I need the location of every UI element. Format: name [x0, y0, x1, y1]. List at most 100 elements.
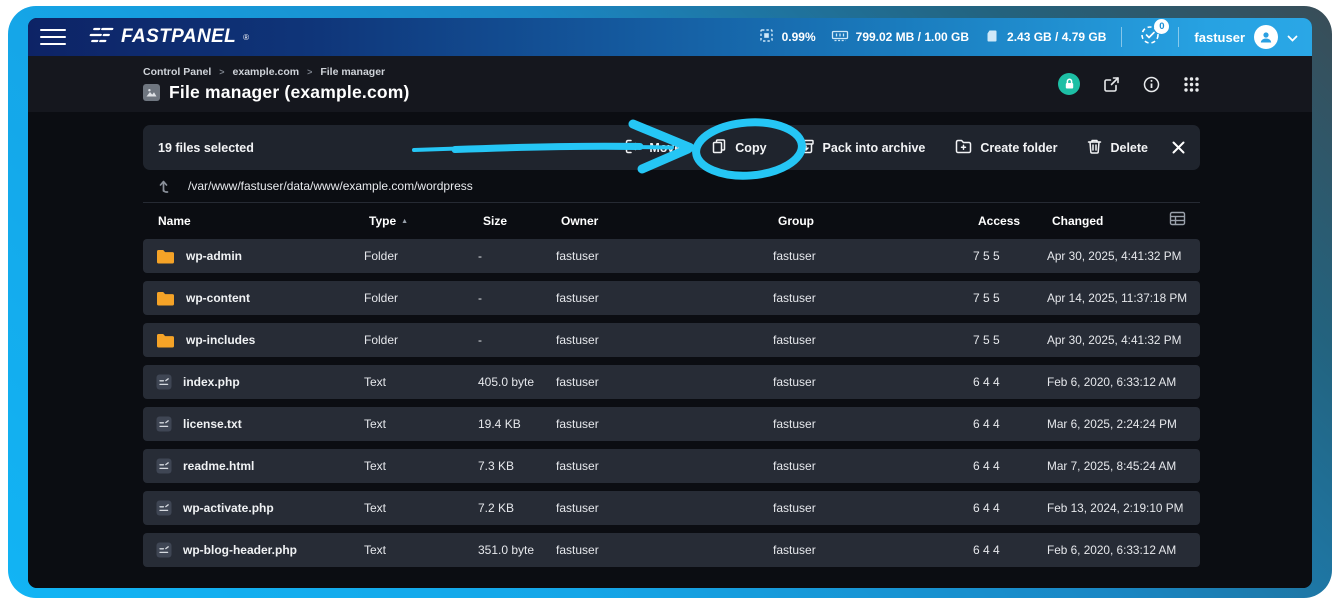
create-folder-label: Create folder: [980, 141, 1057, 155]
file-changed: Mar 6, 2025, 2:24:24 PM: [1047, 417, 1190, 431]
breadcrumb-file-manager[interactable]: File manager: [320, 66, 385, 78]
file-access: 7 5 5: [973, 291, 1047, 305]
cpu-icon: [758, 27, 775, 47]
fastpanel-logo-icon: [88, 26, 114, 49]
file-name: wp-admin: [186, 249, 242, 263]
table-row[interactable]: wp-admin Folder - fastuser fastuser 7 5 …: [143, 239, 1200, 273]
breadcrumb-control-panel[interactable]: Control Panel: [143, 66, 211, 78]
column-header-type[interactable]: Type▲: [369, 214, 483, 228]
file-group: fastuser: [773, 249, 973, 263]
go-up-directory-button[interactable]: [158, 178, 174, 194]
user-menu[interactable]: fastuser: [1194, 25, 1298, 49]
file-owner: fastuser: [556, 459, 773, 473]
file-size: 19.4 KB: [478, 417, 556, 431]
file-name: license.txt: [183, 417, 242, 431]
brand-logo[interactable]: FASTPANEL ®: [88, 26, 249, 49]
tasks-button[interactable]: 0: [1137, 24, 1163, 50]
file-icon: [156, 374, 172, 390]
table-header: Name Type▲ Size Owner Group Access Chang…: [143, 203, 1200, 239]
hamburger-menu-icon[interactable]: [40, 29, 66, 46]
file-name: wp-activate.php: [183, 501, 274, 515]
disk-icon: [984, 28, 1000, 47]
column-header-name[interactable]: Name: [158, 214, 369, 228]
copy-button[interactable]: Copy: [711, 138, 766, 158]
file-type: Text: [364, 543, 478, 557]
pack-into-archive-button[interactable]: Pack into archive: [797, 138, 926, 158]
create-folder-button[interactable]: Create folder: [955, 139, 1057, 157]
file-access: 6 4 4: [973, 417, 1047, 431]
file-icon: [156, 542, 172, 558]
file-access: 7 5 5: [973, 333, 1047, 347]
file-changed: Feb 6, 2020, 6:33:12 AM: [1047, 375, 1190, 389]
file-type: Folder: [364, 291, 478, 305]
move-icon: [624, 138, 641, 158]
table-row[interactable]: wp-content Folder - fastuser fastuser 7 …: [143, 281, 1200, 315]
disk-value: 2.43 GB / 4.79 GB: [1007, 30, 1106, 44]
close-selection-button[interactable]: [1172, 141, 1185, 154]
column-header-group[interactable]: Group: [778, 214, 978, 228]
file-access: 6 4 4: [973, 459, 1047, 473]
file-type: Text: [364, 417, 478, 431]
file-type: Folder: [364, 333, 478, 347]
breadcrumb-separator: >: [219, 67, 224, 77]
apps-grid-icon[interactable]: [1183, 76, 1200, 93]
ram-stat[interactable]: 799.02 MB / 1.00 GB: [831, 28, 969, 46]
pack-into-archive-label: Pack into archive: [823, 141, 926, 155]
tasks-badge: 0: [1154, 19, 1169, 34]
column-header-access[interactable]: Access: [978, 214, 1052, 228]
external-link-icon[interactable]: [1103, 76, 1120, 93]
file-access: 7 5 5: [973, 249, 1047, 263]
file-access: 6 4 4: [973, 543, 1047, 557]
registered-mark: ®: [243, 33, 249, 42]
info-icon[interactable]: [1143, 76, 1160, 93]
disk-stat[interactable]: 2.43 GB / 4.79 GB: [984, 28, 1106, 47]
file-owner: fastuser: [556, 249, 773, 263]
delete-label: Delete: [1110, 141, 1148, 155]
topbar-divider: [1178, 27, 1179, 47]
brand-name: FASTPANEL: [121, 26, 236, 48]
app-window: FASTPANEL ® 0.99%: [28, 18, 1312, 588]
move-label: Move: [649, 141, 681, 155]
archive-icon: [797, 138, 815, 158]
file-size: -: [478, 291, 556, 305]
breadcrumb-separator: >: [307, 67, 312, 77]
ram-value: 799.02 MB / 1.00 GB: [856, 30, 969, 44]
folder-plus-icon: [955, 139, 972, 157]
file-owner: fastuser: [556, 291, 773, 305]
file-icon: [156, 458, 172, 474]
breadcrumb: Control Panel > example.com > File manag…: [143, 66, 410, 78]
table-row[interactable]: license.txt Text 19.4 KB fastuser fastus…: [143, 407, 1200, 441]
table-row[interactable]: wp-blog-header.php Text 351.0 byte fastu…: [143, 533, 1200, 567]
file-owner: fastuser: [556, 417, 773, 431]
avatar: [1254, 25, 1278, 49]
file-type: Text: [364, 501, 478, 515]
breadcrumb-site[interactable]: example.com: [233, 66, 300, 78]
file-group: fastuser: [773, 291, 973, 305]
file-icon: [156, 416, 172, 432]
main-content: 19 files selected Move: [28, 112, 1312, 588]
file-changed: Feb 6, 2020, 6:33:12 AM: [1047, 543, 1190, 557]
table-row[interactable]: wp-activate.php Text 7.2 KB fastuser fas…: [143, 491, 1200, 525]
selection-toolbar: 19 files selected Move: [143, 125, 1200, 170]
file-type: Text: [364, 375, 478, 389]
folder-icon: [156, 333, 175, 348]
table-layout-icon[interactable]: [1169, 211, 1186, 231]
table-row[interactable]: wp-includes Folder - fastuser fastuser 7…: [143, 323, 1200, 357]
selection-count: 19 files selected: [158, 141, 254, 155]
file-changed: Apr 30, 2025, 4:41:32 PM: [1047, 333, 1190, 347]
file-owner: fastuser: [556, 375, 773, 389]
file-name: wp-blog-header.php: [183, 543, 297, 557]
current-path[interactable]: /var/www/fastuser/data/www/example.com/w…: [188, 179, 473, 193]
file-access: 6 4 4: [973, 501, 1047, 515]
column-header-owner[interactable]: Owner: [561, 214, 778, 228]
file-group: fastuser: [773, 333, 973, 347]
delete-button[interactable]: Delete: [1087, 138, 1148, 158]
file-name: index.php: [183, 375, 240, 389]
folder-icon: [156, 291, 175, 306]
table-row[interactable]: readme.html Text 7.3 KB fastuser fastuse…: [143, 449, 1200, 483]
column-header-size[interactable]: Size: [483, 214, 561, 228]
ssl-lock-button[interactable]: [1058, 73, 1080, 95]
move-button[interactable]: Move: [624, 138, 681, 158]
table-row[interactable]: index.php Text 405.0 byte fastuser fastu…: [143, 365, 1200, 399]
cpu-stat[interactable]: 0.99%: [758, 27, 816, 47]
